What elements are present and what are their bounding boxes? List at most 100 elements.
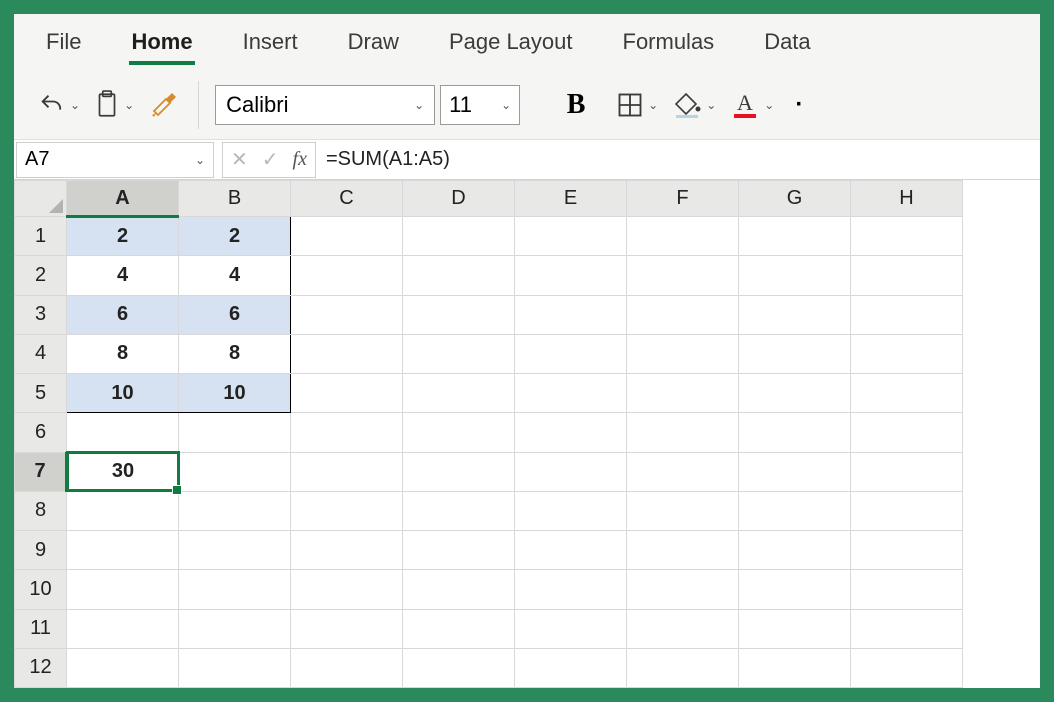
row-header-4[interactable]: 4 bbox=[15, 334, 67, 373]
tab-home[interactable]: Home bbox=[129, 23, 194, 61]
fx-button[interactable]: fx bbox=[293, 148, 307, 171]
cell-B12[interactable] bbox=[179, 648, 291, 687]
row-header-2[interactable]: 2 bbox=[15, 256, 67, 295]
cell-G11[interactable] bbox=[739, 609, 851, 648]
cell-B5[interactable]: 10 bbox=[179, 374, 291, 413]
cell-H12[interactable] bbox=[851, 648, 963, 687]
cell-B6[interactable] bbox=[179, 413, 291, 452]
cell-B1[interactable]: 2 bbox=[179, 217, 291, 256]
paste-button[interactable]: ⌄ bbox=[90, 85, 138, 125]
cell-E12[interactable] bbox=[515, 648, 627, 687]
cell-D6[interactable] bbox=[403, 413, 515, 452]
cell-G6[interactable] bbox=[739, 413, 851, 452]
tab-draw[interactable]: Draw bbox=[346, 23, 401, 61]
cell-E8[interactable] bbox=[515, 491, 627, 530]
row-header-7[interactable]: 7 bbox=[15, 452, 67, 491]
cell-A12[interactable] bbox=[67, 648, 179, 687]
font-color-button[interactable]: A ⌄ bbox=[726, 85, 778, 125]
row-header-6[interactable]: 6 bbox=[15, 413, 67, 452]
cell-D7[interactable] bbox=[403, 452, 515, 491]
tab-file[interactable]: File bbox=[44, 23, 83, 61]
cell-A1[interactable]: 2 bbox=[67, 217, 179, 256]
cell-H10[interactable] bbox=[851, 570, 963, 609]
cell-D4[interactable] bbox=[403, 334, 515, 373]
cell-C7[interactable] bbox=[291, 452, 403, 491]
cell-D1[interactable] bbox=[403, 217, 515, 256]
cell-H11[interactable] bbox=[851, 609, 963, 648]
tab-data[interactable]: Data bbox=[762, 23, 812, 61]
cell-D10[interactable] bbox=[403, 570, 515, 609]
font-name-select[interactable]: Calibri ⌄ bbox=[215, 85, 435, 125]
col-header-B[interactable]: B bbox=[179, 181, 291, 217]
cell-D9[interactable] bbox=[403, 531, 515, 570]
cell-F10[interactable] bbox=[627, 570, 739, 609]
row-header-3[interactable]: 3 bbox=[15, 295, 67, 334]
cell-A6[interactable] bbox=[67, 413, 179, 452]
row-header-9[interactable]: 9 bbox=[15, 531, 67, 570]
cell-E9[interactable] bbox=[515, 531, 627, 570]
col-header-E[interactable]: E bbox=[515, 181, 627, 217]
cell-C6[interactable] bbox=[291, 413, 403, 452]
cell-B11[interactable] bbox=[179, 609, 291, 648]
cell-F5[interactable] bbox=[627, 374, 739, 413]
row-header-1[interactable]: 1 bbox=[15, 217, 67, 256]
cell-C2[interactable] bbox=[291, 256, 403, 295]
cell-F1[interactable] bbox=[627, 217, 739, 256]
col-header-H[interactable]: H bbox=[851, 181, 963, 217]
col-header-A[interactable]: A bbox=[67, 181, 179, 217]
font-size-select[interactable]: 11 ⌄ bbox=[440, 85, 520, 125]
cell-C4[interactable] bbox=[291, 334, 403, 373]
cell-G8[interactable] bbox=[739, 491, 851, 530]
cell-D12[interactable] bbox=[403, 648, 515, 687]
fill-color-button[interactable]: ⌄ bbox=[668, 85, 720, 125]
cell-G3[interactable] bbox=[739, 295, 851, 334]
cell-D2[interactable] bbox=[403, 256, 515, 295]
cell-B7[interactable] bbox=[179, 452, 291, 491]
col-header-D[interactable]: D bbox=[403, 181, 515, 217]
cell-E4[interactable] bbox=[515, 334, 627, 373]
cell-H1[interactable] bbox=[851, 217, 963, 256]
row-header-5[interactable]: 5 bbox=[15, 374, 67, 413]
cell-H4[interactable] bbox=[851, 334, 963, 373]
cell-C11[interactable] bbox=[291, 609, 403, 648]
cell-F12[interactable] bbox=[627, 648, 739, 687]
cell-A10[interactable] bbox=[67, 570, 179, 609]
cell-F11[interactable] bbox=[627, 609, 739, 648]
cell-F8[interactable] bbox=[627, 491, 739, 530]
cell-D11[interactable] bbox=[403, 609, 515, 648]
cell-A9[interactable] bbox=[67, 531, 179, 570]
row-header-11[interactable]: 11 bbox=[15, 609, 67, 648]
cell-G2[interactable] bbox=[739, 256, 851, 295]
cell-B10[interactable] bbox=[179, 570, 291, 609]
cell-B4[interactable]: 8 bbox=[179, 334, 291, 373]
cell-G1[interactable] bbox=[739, 217, 851, 256]
borders-button[interactable]: ⌄ bbox=[612, 85, 662, 125]
cell-H2[interactable] bbox=[851, 256, 963, 295]
cell-B3[interactable]: 6 bbox=[179, 295, 291, 334]
col-header-F[interactable]: F bbox=[627, 181, 739, 217]
cell-F9[interactable] bbox=[627, 531, 739, 570]
cell-C8[interactable] bbox=[291, 491, 403, 530]
cell-C1[interactable] bbox=[291, 217, 403, 256]
cell-H3[interactable] bbox=[851, 295, 963, 334]
row-header-8[interactable]: 8 bbox=[15, 491, 67, 530]
cell-E5[interactable] bbox=[515, 374, 627, 413]
cell-H9[interactable] bbox=[851, 531, 963, 570]
cell-D5[interactable] bbox=[403, 374, 515, 413]
cell-D3[interactable] bbox=[403, 295, 515, 334]
cancel-formula-button[interactable]: ✕ bbox=[231, 147, 248, 172]
cell-D8[interactable] bbox=[403, 491, 515, 530]
cell-C10[interactable] bbox=[291, 570, 403, 609]
enter-formula-button[interactable]: ✓ bbox=[262, 147, 279, 172]
format-painter-button[interactable] bbox=[144, 85, 182, 125]
tab-formulas[interactable]: Formulas bbox=[621, 23, 717, 61]
cell-C3[interactable] bbox=[291, 295, 403, 334]
row-header-10[interactable]: 10 bbox=[15, 570, 67, 609]
cell-F3[interactable] bbox=[627, 295, 739, 334]
cell-F7[interactable] bbox=[627, 452, 739, 491]
cell-H8[interactable] bbox=[851, 491, 963, 530]
name-box[interactable]: A7 ⌄ bbox=[16, 142, 214, 178]
cell-E2[interactable] bbox=[515, 256, 627, 295]
row-header-12[interactable]: 12 bbox=[15, 648, 67, 687]
cell-H7[interactable] bbox=[851, 452, 963, 491]
